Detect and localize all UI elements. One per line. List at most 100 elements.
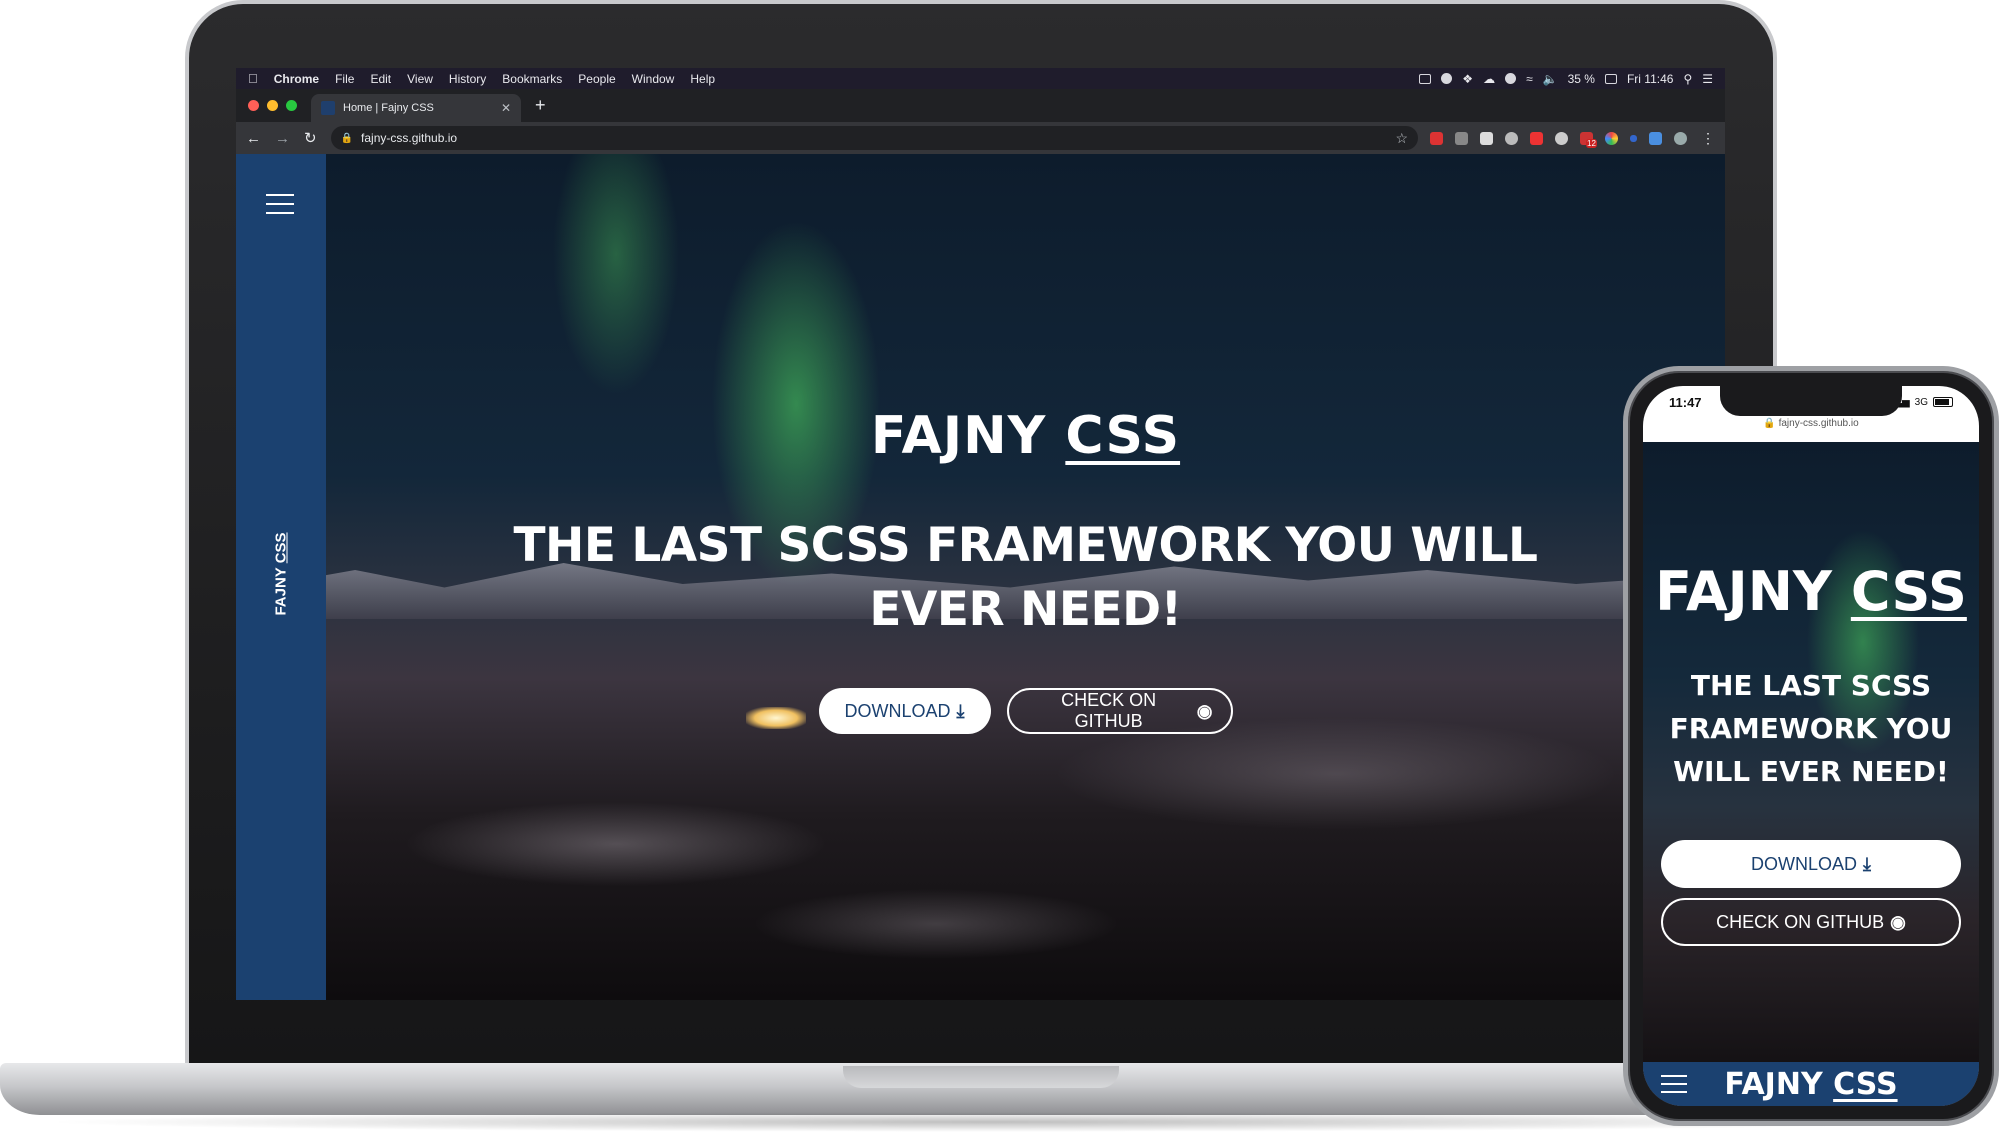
phone-screen: 11:47 ▂▃▅ 3G 🔒 fajny-css.github.io FAJNY…	[1643, 386, 1979, 1106]
phone-time: 11:47	[1669, 394, 1702, 410]
phone-download-button[interactable]: DOWNLOAD ⤓	[1661, 840, 1961, 888]
menubar-clock[interactable]: Fri 11:46	[1627, 72, 1673, 86]
wifi-icon[interactable]: ≈	[1526, 72, 1533, 86]
tab-title: Home | Fajny CSS	[343, 102, 434, 114]
sidebar-brand-second: CSS	[272, 532, 290, 564]
minimize-window-button[interactable]	[267, 100, 278, 111]
adblock-extension-icon[interactable]	[1430, 131, 1443, 145]
chrome-extension-icon[interactable]	[1605, 131, 1618, 145]
battery-icon[interactable]	[1604, 73, 1617, 84]
phone-notch	[1720, 386, 1902, 416]
dropbox-icon[interactable]: ❖	[1462, 72, 1473, 86]
screen-extension-icon[interactable]	[1649, 131, 1662, 145]
macos-menubar:  Chrome File Edit View History Bookmark…	[236, 68, 1725, 89]
address-bar[interactable]: 🔒 fajny-css.github.io ☆	[330, 126, 1418, 150]
menu-bookmarks[interactable]: Bookmarks	[502, 72, 562, 86]
hamburger-menu-icon[interactable]	[266, 194, 294, 221]
phone-lock-icon: 🔒	[1763, 418, 1776, 429]
phone-address-bar[interactable]: 🔒 fajny-css.github.io	[1643, 418, 1979, 442]
spotlight-search-icon[interactable]: ⚲	[1683, 72, 1692, 86]
activity-monitor-icon[interactable]	[1419, 73, 1432, 84]
phone-viewport: FAJNY CSS THE LAST SCSS FRAMEWORK YOU WI…	[1643, 442, 1979, 1106]
back-icon[interactable]: ←	[246, 130, 261, 147]
github-icon: ◉	[1196, 700, 1213, 721]
clock-extension-icon[interactable]	[1505, 131, 1518, 145]
sidebar-brand-first: FAJNY	[272, 567, 290, 616]
phone-url[interactable]: fajny-css.github.io	[1779, 418, 1859, 429]
address-url[interactable]: fajny-css.github.io	[361, 131, 457, 145]
menu-help[interactable]: Help	[690, 72, 715, 86]
extension-icon[interactable]	[1455, 131, 1468, 145]
hero-title: FAJNY CSS	[326, 406, 1725, 466]
more-menu-icon[interactable]: ⋮	[1701, 130, 1715, 147]
bookmark-star-icon[interactable]: ☆	[1395, 130, 1408, 147]
volume-icon[interactable]: 🔈	[1543, 72, 1558, 86]
download-icon: ⤓	[956, 700, 965, 721]
download-label: DOWNLOAD	[844, 700, 951, 721]
forward-icon[interactable]: →	[275, 130, 290, 147]
menu-edit[interactable]: Edit	[370, 72, 391, 86]
extensions-area: 12	[1430, 131, 1687, 148]
hero-section: FAJNY CSS THE LAST SCSS FRAMEWORK YOU WI…	[326, 154, 1725, 1000]
phone-nav-brand[interactable]: FAJNY CSS	[1687, 1067, 1935, 1102]
phone-github-icon: ◉	[1890, 911, 1906, 932]
phone-download-icon: ⤓	[1863, 853, 1871, 874]
phone-download-label: DOWNLOAD	[1751, 853, 1858, 874]
laptop-screen:  Chrome File Edit View History Bookmark…	[236, 68, 1725, 1000]
battery-percent[interactable]: 35 %	[1568, 72, 1595, 86]
cloud-icon[interactable]: ☁	[1483, 72, 1495, 86]
phone-github-label: CHECK ON GITHUB	[1716, 911, 1885, 932]
phone-nav-brand-second: CSS	[1833, 1066, 1898, 1102]
phone-hamburger-icon[interactable]	[1661, 1075, 1687, 1093]
menu-view[interactable]: View	[407, 72, 433, 86]
extension-badge: 12	[1586, 138, 1597, 148]
react-devtools-icon[interactable]	[1555, 131, 1568, 145]
apple-icon[interactable]: 	[248, 71, 258, 86]
menu-history[interactable]: History	[449, 72, 486, 86]
reload-icon[interactable]: ↻	[304, 129, 317, 147]
hero-buttons: DOWNLOAD ⤓ CHECK ON GITHUB ◉	[326, 688, 1725, 734]
window-controls	[248, 100, 297, 111]
phone-title-first: FAJNY	[1655, 560, 1833, 623]
notification-center-icon[interactable]: ☰	[1702, 72, 1713, 86]
site-sidebar: FAJNY CSS	[236, 154, 326, 1000]
small-extension-icon[interactable]	[1630, 134, 1637, 142]
hero-title-first: FAJNY	[870, 406, 1047, 466]
phone-bottom-nav: FAJNY CSS	[1643, 1062, 1979, 1106]
browser-toolbar: ← → ↻ 🔒 fajny-css.github.io ☆ 12 ⋮	[236, 122, 1725, 154]
new-tab-button[interactable]: +	[535, 95, 546, 116]
status-menus: ❖ ☁ ≈ 🔈 35 % Fri 11:46 ⚲ ☰	[1419, 72, 1713, 86]
phone-nav-brand-first: FAJNY	[1724, 1066, 1823, 1102]
phone-hero-title: FAJNY CSS	[1643, 560, 1979, 623]
creative-cloud-icon[interactable]	[1441, 73, 1453, 84]
menu-people[interactable]: People	[578, 72, 615, 86]
menu-file[interactable]: File	[335, 72, 354, 86]
lock-icon[interactable]: 🔒	[341, 133, 353, 144]
hero-title-second: CSS	[1065, 406, 1181, 466]
docker-icon[interactable]	[1505, 73, 1517, 84]
browser-tab[interactable]: Home | Fajny CSS ✕	[311, 94, 521, 122]
close-tab-icon[interactable]: ✕	[501, 101, 511, 115]
phone-hero-tagline: THE LAST SCSS FRAMEWORK YOU WILL EVER NE…	[1669, 669, 1953, 788]
menu-window[interactable]: Window	[632, 72, 675, 86]
favicon-icon	[321, 101, 335, 115]
phone-battery-icon	[1933, 397, 1953, 407]
github-button[interactable]: CHECK ON GITHUB ◉	[1006, 688, 1233, 734]
browser-tabbar: Home | Fajny CSS ✕ +	[236, 89, 1725, 122]
phone-github-button[interactable]: CHECK ON GITHUB ◉	[1661, 898, 1961, 946]
hero-tagline: THE LAST SCSS FRAMEWORK YOU WILL EVER NE…	[513, 518, 1538, 637]
pen-extension-icon[interactable]	[1530, 131, 1543, 145]
page-viewport: FAJNY CSS FAJNY CSS THE LAST SCSS FRAMEW…	[236, 154, 1725, 1000]
notes-extension-icon[interactable]	[1480, 131, 1493, 145]
phone-network: 3G	[1914, 396, 1928, 408]
badge-extension-icon[interactable]: 12	[1580, 131, 1597, 148]
profile-avatar[interactable]	[1674, 131, 1687, 145]
phone-title-second: CSS	[1850, 560, 1967, 623]
download-button[interactable]: DOWNLOAD ⤓	[818, 688, 991, 734]
sidebar-brand[interactable]: FAJNY CSS	[273, 532, 290, 615]
menu-chrome[interactable]: Chrome	[274, 72, 319, 86]
close-window-button[interactable]	[248, 100, 259, 111]
zoom-window-button[interactable]	[286, 100, 297, 111]
laptop-notch	[843, 1066, 1119, 1088]
github-label: CHECK ON GITHUB	[1061, 690, 1157, 731]
